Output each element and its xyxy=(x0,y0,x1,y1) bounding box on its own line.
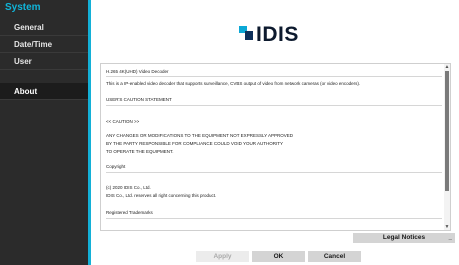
doc-divider xyxy=(106,172,442,173)
doc-line: << CAUTION >> xyxy=(106,119,140,124)
doc-line: Registered Trademarks xyxy=(106,210,153,215)
doc-line: This is a IP-enabled video decoder that … xyxy=(106,81,361,86)
main-content: IDIS H.265 4K(UHD) Video Decoder This is… xyxy=(91,0,459,265)
ok-button[interactable]: OK xyxy=(252,251,305,262)
document-body: H.265 4K(UHD) Video Decoder This is a IP… xyxy=(101,64,444,230)
sidebar: System General Date/Time User About xyxy=(0,0,88,265)
sidebar-item-date-time[interactable]: Date/Time xyxy=(0,36,88,53)
sidebar-item-general[interactable]: General xyxy=(0,19,88,36)
license-document[interactable]: H.265 4K(UHD) Video Decoder This is a IP… xyxy=(100,63,451,231)
document-scrollbar[interactable]: ▲ ▼ xyxy=(444,64,450,230)
doc-line: H.265 4K(UHD) Video Decoder xyxy=(106,69,169,74)
doc-line: IDIS Co., Ltd. reserves all right concer… xyxy=(106,193,217,198)
doc-divider xyxy=(106,105,442,106)
chevron-down-icon: _ xyxy=(448,235,452,241)
doc-line: Copyright xyxy=(106,164,126,169)
doc-line: BY THE PARTY RESPONSIBLE FOR COMPLIANCE … xyxy=(106,141,284,146)
apply-button[interactable]: Apply xyxy=(196,251,249,262)
sidebar-item-user[interactable]: User xyxy=(0,53,88,70)
sidebar-item-about[interactable]: About xyxy=(0,83,88,100)
sidebar-title: System xyxy=(5,2,41,13)
doc-divider xyxy=(106,76,442,77)
doc-line: TO OPERATE THE EQUIPMENT. xyxy=(106,149,174,154)
doc-line: USER'S CAUTION STATEMENT xyxy=(106,97,172,102)
doc-divider xyxy=(106,218,442,219)
scroll-down-arrow-icon[interactable]: ▼ xyxy=(444,224,450,230)
idis-logo: IDIS xyxy=(239,22,319,48)
cancel-button[interactable]: Cancel xyxy=(308,251,361,262)
doc-line: ANY CHANGES OR MODIFICATIONS TO THE EQUI… xyxy=(106,133,294,138)
logo-wordmark: IDIS xyxy=(256,23,299,46)
legal-notices-label: Legal Notices xyxy=(382,234,426,241)
doc-line: (c) 2020 IDIS Co., Ltd. xyxy=(106,185,151,190)
legal-notices-button[interactable]: Legal Notices _ xyxy=(353,233,455,243)
scroll-up-arrow-icon[interactable]: ▲ xyxy=(444,64,450,70)
logo-mark-icon xyxy=(239,26,253,40)
scroll-thumb[interactable] xyxy=(445,71,449,191)
